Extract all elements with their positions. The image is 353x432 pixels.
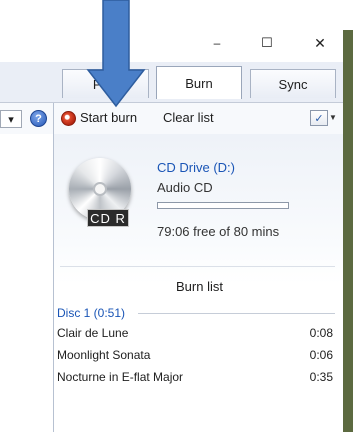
disc-header-rule: [138, 313, 335, 314]
section-divider: [60, 266, 335, 267]
list-item[interactable]: Nocturne in E-flat Major 0:35: [57, 367, 333, 387]
track-length: 0:08: [309, 326, 333, 340]
title-bar: [0, 0, 345, 62]
minimize-icon: –: [213, 36, 221, 50]
track-title: Nocturne in E-flat Major: [57, 370, 184, 384]
tab-burn[interactable]: Burn: [156, 66, 242, 99]
cd-disc-hole: [93, 182, 107, 196]
burn-options-arrow-icon[interactable]: ▼: [329, 113, 337, 122]
tab-sync-label: Sync: [278, 76, 308, 92]
list-item[interactable]: Moonlight Sonata 0:06: [57, 345, 333, 365]
burn-list-title: Burn list: [176, 279, 223, 294]
check-list-icon: ✓: [314, 112, 324, 125]
chevron-down-icon: ▾: [8, 113, 14, 126]
track-title: Moonlight Sonata: [57, 348, 151, 362]
tab-sync[interactable]: Sync: [250, 69, 336, 98]
help-button[interactable]: ?: [30, 110, 47, 127]
view-options-dropdown[interactable]: ▾: [0, 110, 22, 128]
track-title: Clair de Lune: [57, 326, 129, 340]
drive-name-link[interactable]: CD Drive (D:): [157, 160, 235, 175]
maximize-icon: ☐: [261, 35, 273, 50]
close-button[interactable]: ✕: [303, 28, 337, 58]
burn-options-button[interactable]: ✓: [310, 110, 328, 126]
library-pane: [0, 134, 53, 432]
track-length: 0:35: [309, 370, 333, 384]
annotation-arrow-icon: [86, 0, 146, 108]
close-icon: ✕: [314, 34, 326, 51]
cd-r-badge: CD R: [87, 209, 129, 227]
window-edge: [343, 30, 353, 432]
clear-list-button[interactable]: Clear list: [163, 110, 214, 125]
track-length: 0:06: [309, 348, 333, 362]
free-space-label: 79:06 free of 80 mins: [157, 224, 280, 239]
list-item[interactable]: Clair de Lune 0:08: [57, 323, 333, 343]
start-burn-button[interactable]: Start burn: [80, 110, 137, 125]
tab-burn-label: Burn: [185, 75, 213, 91]
disc-type-label: Audio CD: [157, 180, 213, 195]
maximize-button[interactable]: ☐: [250, 28, 284, 58]
help-icon: ?: [35, 112, 42, 125]
disc-header[interactable]: Disc 1 (0:51): [57, 306, 125, 320]
disc-capacity-bar: [157, 202, 289, 209]
minimize-button[interactable]: –: [200, 28, 234, 58]
start-burn-icon[interactable]: [61, 111, 76, 126]
